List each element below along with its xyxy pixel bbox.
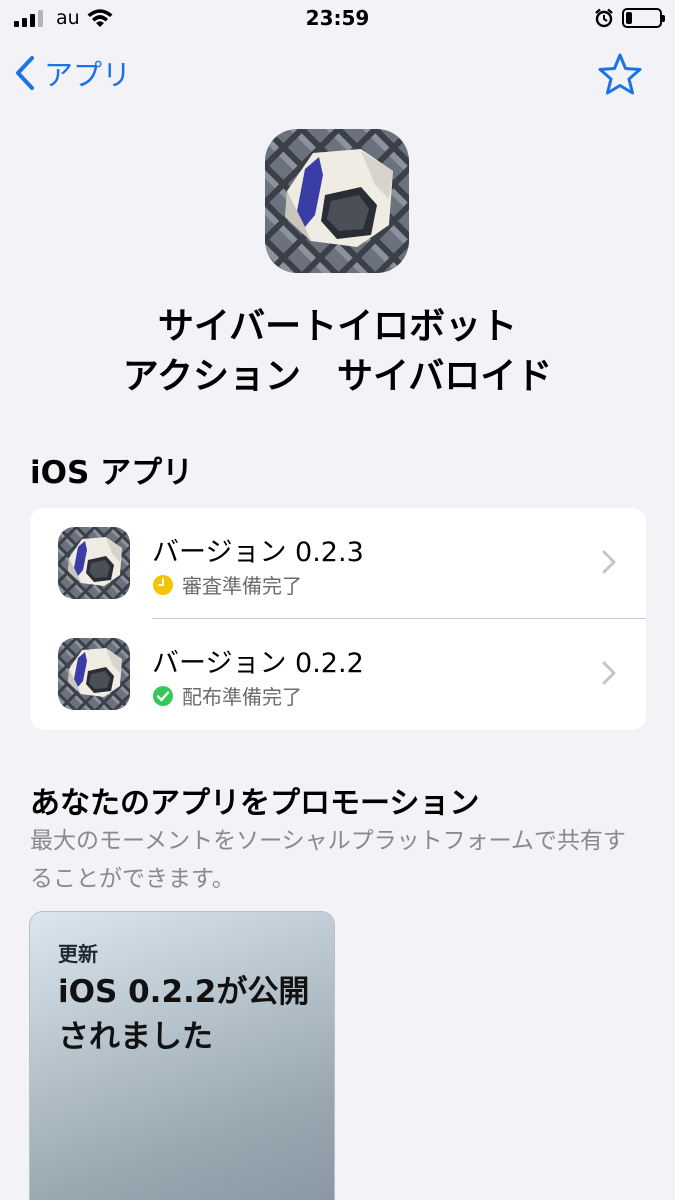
- promotion-card-label: 更新: [58, 942, 98, 966]
- app-icon: [58, 638, 130, 710]
- app-title-line-2: アクション サイバロイド: [122, 356, 553, 397]
- chevron-left-icon: [16, 56, 34, 90]
- chevron-right-icon: [602, 661, 616, 685]
- promotion-card[interactable]: 更新 iOS 0.2.2が公開されました: [29, 911, 335, 1200]
- app-title: サイバートイロボット アクション サイバロイド: [0, 302, 675, 402]
- ios-section-title: iOS アプリ: [30, 455, 194, 491]
- app-icon: [265, 129, 409, 273]
- app-icon: [58, 527, 130, 599]
- chevron-right-icon: [602, 550, 616, 574]
- promotion-section-title: あなたのアプリをプロモーション: [30, 786, 480, 821]
- promotion-description: 最大のモーメントをソーシャルプラットフォームで共有することができます。: [30, 828, 626, 892]
- version-status: 配布準備完了: [152, 681, 302, 710]
- battery-level: [626, 12, 632, 24]
- checkmark-circle-icon: [153, 685, 173, 706]
- version-label: バージョン 0.2.3: [152, 537, 364, 568]
- battery-icon: [622, 8, 665, 28]
- version-label: バージョン 0.2.2: [152, 648, 364, 679]
- status-time: 23:59: [305, 6, 370, 30]
- status-bar: au 23:59: [0, 0, 675, 38]
- clock-icon: [153, 574, 173, 595]
- back-button-label: アプリ: [44, 58, 132, 92]
- back-button[interactable]: アプリ: [14, 52, 131, 94]
- app-title-line-1: サイバートイロボット: [157, 306, 518, 347]
- version-list: バージョン 0.2.3 審査準備完了 バージョン 0.2.2 配布準備完了: [30, 508, 646, 730]
- promotion-card-headline: iOS 0.2.2が公開されました: [58, 974, 310, 1055]
- version-row-0-2-3[interactable]: バージョン 0.2.3 審査準備完了: [30, 508, 646, 619]
- favorite-button[interactable]: [597, 52, 643, 100]
- version-status-label: 審査準備完了: [182, 574, 302, 598]
- app-store-connect-page: au 23:59 アプリ サイバートイロボット アクション サイバロイド iOS…: [0, 0, 675, 1200]
- version-status-label: 配布準備完了: [182, 685, 302, 709]
- star-icon: [598, 53, 642, 95]
- version-row-0-2-2[interactable]: バージョン 0.2.2 配布準備完了: [30, 619, 646, 730]
- version-status: 審査準備完了: [152, 570, 302, 599]
- alarm-icon: [595, 8, 613, 28]
